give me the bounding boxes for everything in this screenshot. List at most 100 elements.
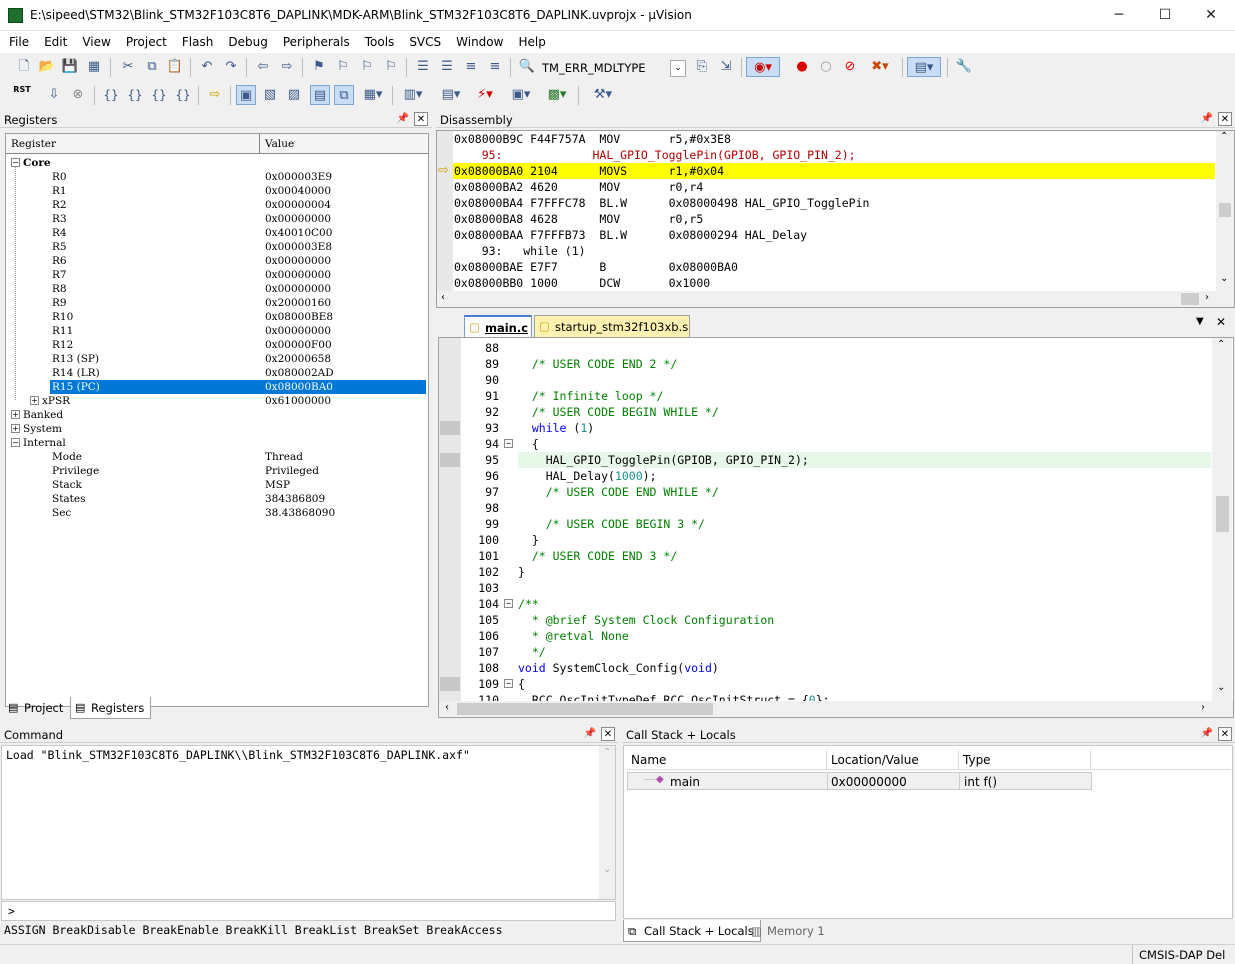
maximize-button[interactable]: ☐: [1142, 0, 1188, 31]
call-stack-window-icon[interactable]: ⧉: [334, 85, 354, 105]
configure-wrench-icon[interactable]: 🔧: [954, 57, 974, 77]
scroll-thumb[interactable]: [1219, 203, 1231, 217]
command-vscrollbar[interactable]: ⌃ ⌄: [599, 746, 615, 899]
trace-window-icon[interactable]: ▣▾: [506, 85, 536, 105]
expand-icon[interactable]: +: [11, 424, 20, 433]
instruction-line[interactable]: 0x08000BA0 2104 MOVS r1,#0x04: [454, 163, 1214, 179]
paste-icon[interactable]: 📋: [165, 57, 185, 77]
memory-window-icon[interactable]: ▥▾: [398, 85, 428, 105]
register-row[interactable]: R2 0x00000004: [6, 198, 426, 212]
instruction-line[interactable]: 0x08000BA8 4628 MOV r0,r5: [454, 211, 1214, 227]
minimize-button[interactable]: ─: [1096, 0, 1142, 31]
target-dropdown-chevron-icon[interactable]: ⌄: [670, 60, 686, 77]
clear-bookmarks-icon[interactable]: ⚐: [381, 57, 401, 77]
collapse-icon[interactable]: −: [11, 438, 20, 447]
location-column-header[interactable]: Location/Value: [831, 753, 919, 767]
watch-window-icon[interactable]: ▦▾: [358, 85, 388, 105]
register-row[interactable]: R6 0x00000000: [6, 254, 426, 268]
code-editor[interactable]: ▶▶ 8889 /* USER CODE END 2 */9091 /* Inf…: [438, 337, 1234, 718]
close-tab-icon[interactable]: ✕: [1216, 315, 1226, 329]
register-group[interactable]: + System: [6, 422, 426, 436]
tab-memory-1[interactable]: ▥ Memory 1: [747, 920, 831, 942]
register-row[interactable]: R15 (PC) 0x08000BA0: [50, 380, 426, 394]
fold-toggle-icon[interactable]: −: [504, 679, 513, 688]
scroll-thumb[interactable]: [1216, 496, 1229, 532]
unindent-icon[interactable]: ☰: [437, 57, 457, 77]
step-into-icon[interactable]: {}: [101, 85, 121, 105]
scroll-thumb[interactable]: [457, 703, 713, 715]
system-viewer-icon[interactable]: ▩▾: [542, 85, 572, 105]
instruction-line[interactable]: 0x08000BA2 4620 MOV r0,r4: [454, 179, 1214, 195]
pin-icon[interactable]: 📌: [1200, 112, 1214, 126]
disassembly-hscrollbar[interactable]: ‹ ›: [437, 291, 1234, 307]
navigate-forward-icon[interactable]: ⇨: [277, 57, 297, 77]
register-row[interactable]: R14 (LR) 0x080002AD: [6, 366, 426, 380]
menu-help[interactable]: Help: [509, 31, 551, 49]
run-icon[interactable]: ⇩: [44, 85, 64, 105]
enable-breakpoint-icon[interactable]: ○: [816, 57, 836, 77]
code-line[interactable]: 91 /* Infinite loop */: [461, 388, 1211, 404]
undo-icon[interactable]: ↶: [197, 57, 217, 77]
kill-all-breakpoints-icon[interactable]: ✖▾: [864, 57, 896, 77]
indent-icon[interactable]: ☰: [413, 57, 433, 77]
scroll-down-chevron-icon[interactable]: ⌄: [1217, 682, 1225, 693]
menu-file[interactable]: File: [0, 31, 35, 49]
tab-project[interactable]: ▤ Project: [4, 697, 69, 719]
register-row[interactable]: R1 0x00040000: [6, 184, 426, 198]
code-line[interactable]: 104−/**: [461, 596, 1211, 612]
register-row[interactable]: R5 0x000003E8: [6, 240, 426, 254]
code-line[interactable]: 102}: [461, 564, 1211, 580]
cut-icon[interactable]: ✂: [118, 57, 138, 77]
type-column-header[interactable]: Type: [963, 753, 991, 767]
menu-edit[interactable]: Edit: [35, 31, 73, 49]
scroll-right-chevron-icon[interactable]: ›: [1205, 292, 1209, 303]
tab-call-stack-locals[interactable]: ⧉ Call Stack + Locals: [623, 920, 761, 942]
stop-icon[interactable]: ⊗: [68, 85, 88, 105]
redo-icon[interactable]: ↷: [221, 57, 241, 77]
menu-tools[interactable]: Tools: [356, 31, 401, 49]
disassembly-lines[interactable]: 0x08000B9C F44F757A MOV r5,#0x3E8 95: HA…: [454, 131, 1214, 291]
expand-icon[interactable]: +: [30, 396, 39, 405]
code-line[interactable]: 97 /* USER CODE END WHILE */: [461, 484, 1211, 500]
expand-icon[interactable]: +: [11, 410, 20, 419]
fold-toggle-icon[interactable]: −: [504, 599, 513, 608]
code-line[interactable]: 100 }: [461, 532, 1211, 548]
editor-hscrollbar[interactable]: ‹ ›: [439, 701, 1233, 717]
save-all-icon[interactable]: ▦: [84, 57, 104, 77]
code-lines[interactable]: 88 89 /* USER CODE END 2 */90 91 /* Infini…: [440, 340, 1211, 708]
disassembly-window-icon[interactable]: ▧: [260, 85, 280, 105]
instruction-line[interactable]: 0x08000B9C F44F757A MOV r5,#0x3E8: [454, 131, 1214, 147]
code-line[interactable]: 93 while (1): [440, 420, 1211, 436]
register-row[interactable]: R8 0x00000000: [6, 282, 426, 296]
register-group-core[interactable]: − Core: [6, 156, 426, 170]
run-to-cursor-icon[interactable]: {}: [173, 85, 193, 105]
tab-main-c[interactable]: ▢ main.c: [464, 315, 532, 337]
step-out-icon[interactable]: {}: [149, 85, 169, 105]
register-row[interactable]: R7 0x00000000: [6, 268, 426, 282]
prev-bookmark-icon[interactable]: ⚐: [333, 57, 353, 77]
disable-all-breakpoints-icon[interactable]: ⊘: [840, 57, 860, 77]
pin-icon[interactable]: 📌: [396, 112, 410, 126]
source-line[interactable]: 93: while (1): [454, 243, 1214, 259]
tabs-dropdown-chevron-icon[interactable]: ▼: [1196, 316, 1204, 327]
scroll-down-chevron-icon[interactable]: ⌄: [1220, 273, 1228, 284]
tab-startup-file[interactable]: ▢ startup_stm32f103xb.s: [534, 315, 690, 337]
register-row[interactable]: R13 (SP) 0x20000658: [6, 352, 426, 366]
internal-row[interactable]: States 384386809: [6, 492, 426, 506]
analysis-window-icon[interactable]: ⚡▾: [470, 85, 500, 105]
scroll-up-chevron-icon[interactable]: ⌃: [1217, 339, 1225, 350]
save-icon[interactable]: 💾: [60, 57, 80, 77]
register-row[interactable]: R10 0x08000BE8: [6, 310, 426, 324]
code-line[interactable]: 105 * @brief System Clock Configuration: [461, 612, 1211, 628]
scroll-thumb[interactable]: [1181, 293, 1199, 305]
register-row[interactable]: R3 0x00000000: [6, 212, 426, 226]
internal-row[interactable]: Privilege Privileged: [6, 464, 426, 478]
code-line[interactable]: 101 /* USER CODE END 3 */: [461, 548, 1211, 564]
menu-flash[interactable]: Flash: [173, 31, 219, 49]
callstack-row-main[interactable]: ┈┈ ◆ main 0x00000000 int f(): [627, 772, 1092, 790]
code-line[interactable]: 99 /* USER CODE BEGIN 3 */: [461, 516, 1211, 532]
menu-peripherals[interactable]: Peripherals: [274, 31, 356, 49]
new-file-icon[interactable]: 🗋: [14, 57, 34, 77]
scroll-right-chevron-icon[interactable]: ›: [1201, 702, 1205, 713]
menu-debug[interactable]: Debug: [219, 31, 273, 49]
